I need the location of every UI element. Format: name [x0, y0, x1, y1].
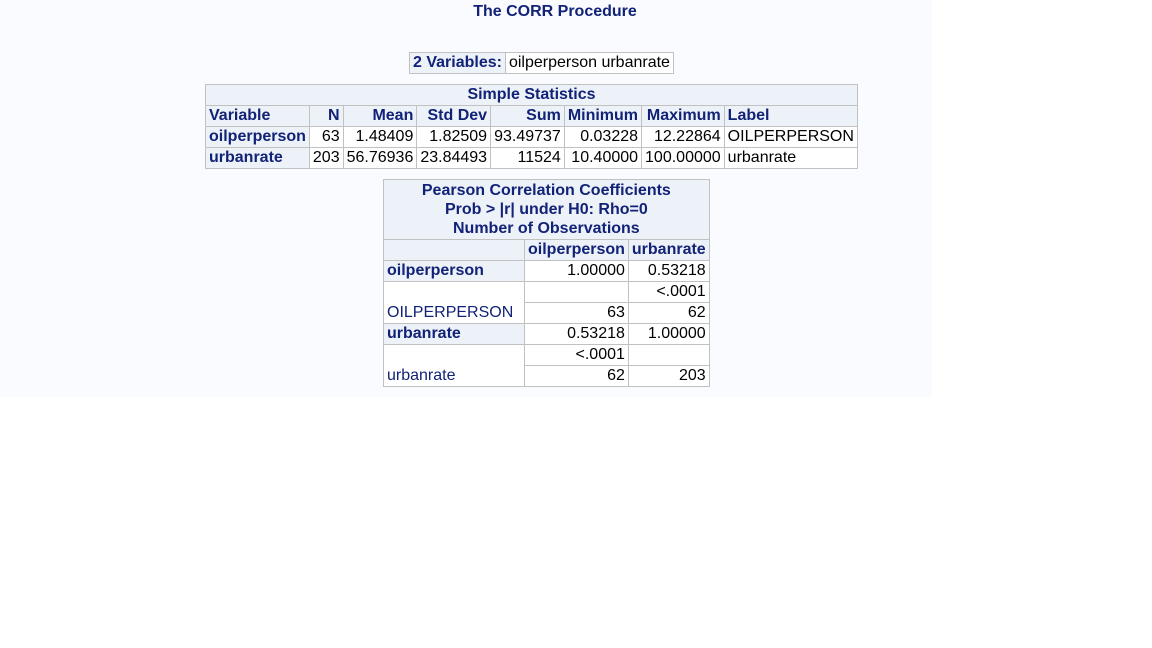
cell-mean: 56.76936: [342, 147, 418, 169]
cell-nobs: 62: [627, 302, 710, 324]
row-header: urbanrate: [383, 323, 525, 345]
procedure-title: The CORR Procedure: [473, 3, 637, 20]
row-label: urbanrate: [383, 344, 525, 387]
cell-std-dev: 1.82509: [416, 126, 492, 148]
cell-prob: [524, 281, 629, 303]
cell-maximum: 100.00000: [641, 147, 725, 169]
col-label: Label: [723, 105, 858, 127]
corr-header-row: oilperperson urbanrate: [383, 239, 710, 261]
row-label: OILPERPERSON: [383, 281, 525, 324]
cell-coef: 0.53218: [524, 323, 629, 345]
cell-minimum: 0.03228: [563, 126, 643, 148]
simple-statistics-title: Simple Statistics: [205, 84, 858, 106]
table-row: urbanrate <.0001: [383, 344, 710, 387]
col-mean: Mean: [342, 105, 418, 127]
table-row: OILPERPERSON <.0001: [383, 281, 710, 324]
col-urbanrate: urbanrate: [627, 239, 710, 261]
row-header: oilperperson: [205, 126, 310, 148]
col-sum: Sum: [490, 105, 565, 127]
col-variable: Variable: [205, 105, 310, 127]
col-n: N: [308, 105, 344, 127]
table-row: urbanrate 0.53218 1.00000: [383, 323, 710, 345]
pearson-correlation-table: Pearson Correlation Coefficients Prob > …: [383, 179, 710, 387]
table-row: oilperperson 63 1.48409 1.82509 93.49737…: [205, 126, 858, 148]
cell-prob: [627, 344, 710, 366]
cell-n: 203: [308, 147, 344, 169]
variables-count-label: 2 Variables:: [409, 52, 506, 74]
cell-nobs: 62: [524, 365, 629, 387]
stats-header-row: Variable N Mean Std Dev Sum Minimum Maxi…: [205, 105, 858, 127]
cell-sum: 93.49737: [490, 126, 565, 148]
correlation-title: Pearson Correlation Coefficients Prob > …: [383, 179, 710, 240]
col-maximum: Maximum: [641, 105, 725, 127]
cell-nobs: 203: [627, 365, 710, 387]
col-minimum: Minimum: [563, 105, 643, 127]
cell-prob: <.0001: [524, 344, 629, 366]
correlation-title-line-3: Number of Observations: [453, 220, 640, 237]
simple-statistics-table: Simple Statistics Variable N Mean Std De…: [205, 84, 858, 169]
correlation-title-line-1: Pearson Correlation Coefficients: [421, 182, 671, 199]
col-oilperperson: oilperperson: [524, 239, 629, 261]
correlation-title-line-2: Prob > |r| under H0: Rho=0: [444, 201, 648, 218]
cell-std-dev: 23.84493: [416, 147, 492, 169]
variables-list: oilperperson urbanrate: [504, 52, 674, 74]
variables-info-table: 2 Variables: oilperperson urbanrate: [409, 52, 674, 74]
row-header: oilperperson: [383, 260, 525, 282]
corner-cell: [383, 239, 525, 261]
cell-maximum: 12.22864: [641, 126, 725, 148]
table-row: oilperperson 1.00000 0.53218: [383, 260, 710, 282]
cell-coef: 1.00000: [627, 323, 710, 345]
cell-mean: 1.48409: [342, 126, 418, 148]
cell-minimum: 10.40000: [563, 147, 643, 169]
cell-n: 63: [308, 126, 344, 148]
cell-prob: <.0001: [627, 281, 710, 303]
row-header: urbanrate: [205, 147, 310, 169]
table-row: urbanrate 203 56.76936 23.84493 11524 10…: [205, 147, 858, 169]
cell-coef: 0.53218: [627, 260, 710, 282]
cell-label: OILPERPERSON: [723, 126, 858, 148]
cell-nobs: 63: [524, 302, 629, 324]
col-std-dev: Std Dev: [416, 105, 492, 127]
cell-coef: 1.00000: [524, 260, 629, 282]
cell-sum: 11524: [490, 147, 565, 169]
cell-label: urbanrate: [723, 147, 858, 169]
